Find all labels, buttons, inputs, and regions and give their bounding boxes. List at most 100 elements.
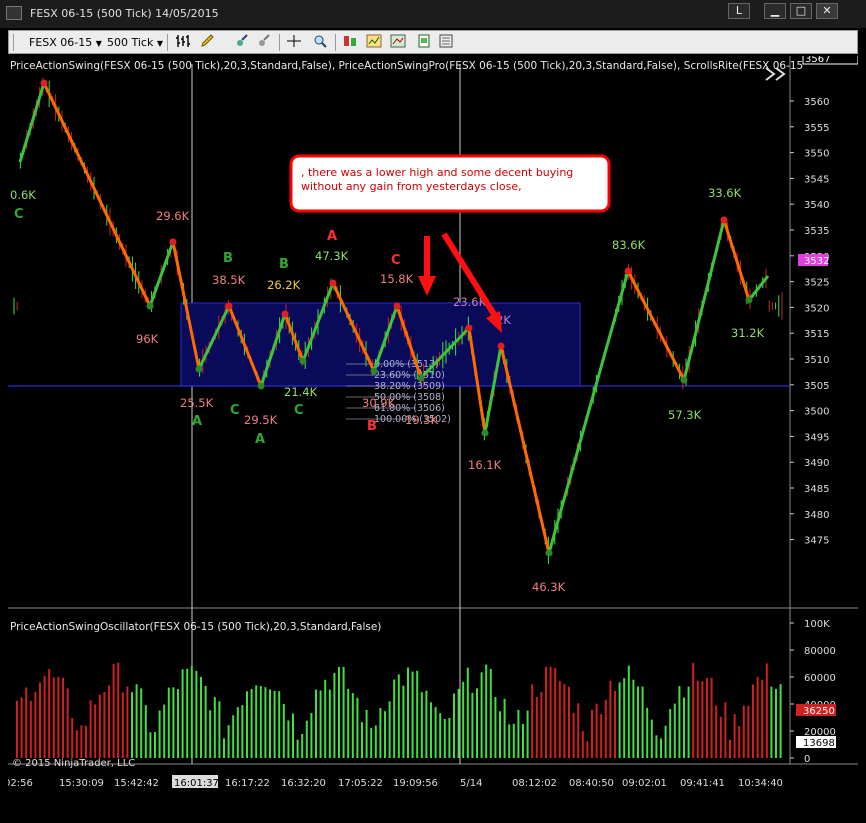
oscillator-bar	[34, 691, 37, 758]
oscillator-bar	[591, 709, 593, 758]
time-tick-label: 09:41:41	[680, 778, 725, 789]
oscillator-bar	[471, 692, 474, 758]
oscillator-bar	[669, 708, 672, 758]
crosshair-icon[interactable]	[285, 34, 303, 51]
time-tick-label: 16:32:20	[281, 778, 326, 789]
interval-selector[interactable]: 500 Tick ▼	[107, 34, 163, 51]
price-tick-label: 3550	[804, 149, 829, 160]
oscillator-indicator-label: PriceActionSwingOscillator(FESX 06-15 (5…	[10, 621, 381, 633]
oscillator-bar	[62, 677, 64, 758]
swing-label: 19.3K	[405, 413, 439, 427]
fib-level-label: 38.20% (3509)	[374, 381, 445, 392]
oscillator-bar	[361, 722, 363, 758]
strategy-icon[interactable]	[341, 34, 359, 51]
oscillator-bar	[305, 720, 308, 758]
layout-button[interactable]: L	[728, 3, 750, 19]
chart-properties-icon[interactable]	[389, 34, 407, 51]
oscillator-bar	[568, 686, 570, 758]
swing-point	[40, 79, 48, 87]
oscillator-bar	[434, 707, 437, 758]
oscillator-bar	[241, 705, 244, 758]
oscillator-bar	[296, 739, 299, 758]
minimize-button[interactable]: ▁	[764, 3, 786, 19]
oscillator-bar	[604, 699, 607, 758]
oscillator-bar	[163, 704, 166, 758]
maximize-button[interactable]: □	[790, 3, 812, 19]
swing-point	[329, 279, 337, 287]
oscillator-bar	[255, 685, 258, 758]
oscillator-bar	[328, 689, 331, 758]
swing-point	[481, 429, 489, 437]
pencil-draw-icon[interactable]	[199, 34, 217, 51]
oscillator-bar	[324, 679, 327, 758]
oscillator-bar	[204, 685, 207, 758]
oscillator-bar	[342, 666, 345, 758]
price-tick-label: 3560	[804, 97, 829, 108]
oscillator-bar	[287, 720, 290, 758]
oscillator-bar	[200, 676, 202, 758]
time-tick-label: 08:12:02	[512, 778, 557, 789]
oscillator-bar	[775, 688, 777, 758]
swing-label: 83.6K	[612, 238, 646, 252]
price-tick-label: 3540	[804, 200, 829, 211]
swing-label: 16.1K	[468, 458, 502, 472]
swing-label: 29.6K	[156, 209, 190, 223]
oscillator-bar	[770, 686, 773, 758]
chart-toolbar: FESX 06-15 ▼ 500 Tick ▼	[8, 30, 858, 54]
copyright-label: © 2015 NinjaTrader, LLC	[12, 758, 135, 769]
chart-area[interactable]: 0.00% (3513) 23.60% (3510) 38.20% (3509) 50…	[4, 52, 859, 820]
oscillator-bar	[273, 690, 276, 758]
time-tick-label: 17:05:22	[338, 778, 383, 789]
oscillator-bar	[374, 725, 377, 758]
close-button[interactable]: ✕	[816, 3, 838, 19]
time-tick-label: 10:34:40	[738, 778, 783, 789]
current-price-tag-text: 3532	[804, 256, 829, 267]
oscillator-bar	[379, 708, 382, 758]
oscillator-bar	[678, 686, 681, 758]
oscillator-bar	[140, 688, 143, 758]
oscillator-bar	[747, 705, 750, 758]
chart-canvas[interactable]: 0.00% (3513)23.60% (3510)38.20% (3509)50…	[4, 52, 859, 820]
oscillator-bar	[66, 688, 69, 758]
swing-label: 26.2K	[267, 278, 301, 292]
oscillator-bar	[600, 714, 603, 758]
oscillator-tick-label: 60000	[804, 673, 836, 684]
oscillator-bar	[135, 684, 138, 758]
time-tick-label: 15:42:42	[114, 778, 159, 789]
oscillator-bar	[407, 667, 409, 758]
zoom-icon[interactable]	[311, 34, 329, 51]
swing-label: 33.6K	[708, 186, 742, 200]
oscillator-bar	[420, 692, 423, 758]
swing-label: C	[230, 403, 240, 418]
indicators-icon[interactable]	[365, 34, 383, 51]
note-container: , there was a lower high and some decent…	[301, 166, 573, 193]
oscillator-bar	[540, 692, 543, 758]
oscillator-bar	[531, 684, 534, 758]
oscillator-bar	[29, 700, 32, 758]
oscillator-bar	[209, 710, 212, 758]
pin-icon[interactable]	[255, 34, 273, 51]
swing-point	[195, 365, 203, 373]
oscillator-bar	[227, 725, 230, 758]
oscillator-bar	[609, 680, 612, 758]
crosshair-magnet-icon[interactable]	[233, 34, 251, 51]
time-tick-label: 02:56	[8, 778, 33, 789]
oscillator-bar	[646, 707, 649, 758]
instrument-selector[interactable]: FESX 06-15 ▼	[29, 34, 102, 51]
swing-label: 38.5K	[212, 273, 246, 287]
swing-label: 25.5K	[180, 396, 214, 410]
window-linking-icon[interactable]	[437, 34, 455, 51]
oscillator-bar	[673, 703, 676, 758]
price-tick-label: 3545	[804, 174, 829, 185]
price-tick-label: 3520	[804, 303, 829, 314]
fib-level-label: 23.60% (3510)	[374, 370, 445, 381]
bar-type-icon[interactable]	[174, 34, 192, 51]
oscillator-bar	[250, 688, 253, 758]
oscillator-bar	[94, 704, 97, 758]
price-indicator-label: PriceActionSwing(FESX 06-15 (500 Tick),2…	[10, 60, 803, 72]
swing-point	[465, 324, 473, 332]
data-box-icon[interactable]	[415, 34, 433, 51]
oscillator-bar	[292, 713, 294, 758]
oscillator-bar	[20, 697, 23, 758]
oscillator-bar	[683, 697, 685, 758]
